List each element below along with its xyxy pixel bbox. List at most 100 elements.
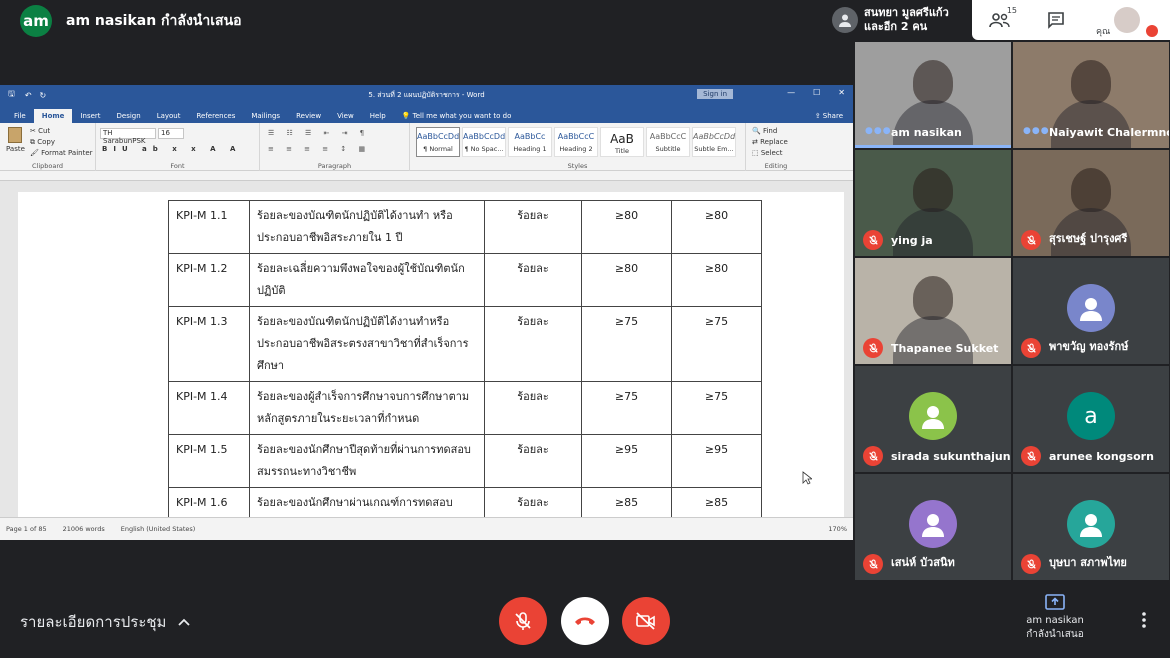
chat-icon: [1048, 12, 1064, 29]
style-no-spacing[interactable]: AaBbCcDd ¶ No Spac...: [462, 127, 506, 157]
participant-name: arunee kongsorn: [1049, 450, 1154, 463]
align-buttons[interactable]: ≡ ≡ ≡ ≡ ↕ ▦: [268, 145, 370, 153]
participant-name: am nasikan: [891, 126, 962, 139]
style-subtitle[interactable]: AaBbCcC Subtitle: [646, 127, 690, 157]
cut-button[interactable]: ✂ Cut: [30, 127, 50, 135]
top-right-panel: สนทยา มูลศรีแก้ว และอีก 2 คน 15 คุณ: [826, 0, 1170, 40]
cell-desc: ร้อยละของนักศึกษาปีสุดท้ายที่ผ่านการทดสอ…: [249, 434, 485, 488]
mic-toggle-button[interactable]: [499, 597, 547, 645]
cell-unit: ร้อยละ: [484, 253, 582, 307]
tab-view[interactable]: View: [329, 109, 362, 123]
ribbon-home: Paste ✂ Cut ⧉ Copy 🖌 Format Painter Clip…: [0, 123, 853, 171]
mic-off-icon: [863, 446, 883, 466]
style-normal[interactable]: AaBbCcDd ¶ Normal: [416, 127, 460, 157]
more-options-button[interactable]: [1136, 608, 1152, 632]
participant-tile[interactable]: ●●● Naiyawit Chalermnon: [1013, 42, 1169, 148]
window-controls: — ☐ ✕: [787, 88, 845, 97]
camera-off-icon: [636, 612, 655, 630]
leave-call-button[interactable]: [561, 597, 609, 645]
select-button[interactable]: ⬚ Select: [752, 149, 782, 157]
font-format-buttons[interactable]: BIU ab x x A A: [102, 145, 241, 153]
meeting-details-button[interactable]: รายละเอียดการประชุม: [20, 610, 191, 634]
zoom-level[interactable]: 170%: [828, 525, 847, 533]
tab-review[interactable]: Review: [288, 109, 329, 123]
participant-tile[interactable]: ●●● am nasikan: [855, 42, 1011, 148]
tab-file[interactable]: File: [6, 109, 34, 123]
paragraph-group: ☰ ☷ ☰ ⇤ ⇥ ¶ ≡ ≡ ≡ ≡ ↕ ▦ Paragraph: [260, 123, 410, 171]
pinned-participants[interactable]: สนทยา มูลศรีแก้ว และอีก 2 คน: [826, 0, 972, 40]
participant-tile[interactable]: Thapanee Sukket: [855, 258, 1011, 364]
style-preview: AaBbCcC: [649, 132, 687, 141]
style-heading1[interactable]: AaBbCc Heading 1: [508, 127, 552, 157]
person-icon: [922, 514, 944, 537]
minimize-icon[interactable]: —: [787, 88, 795, 97]
person-body: [1051, 100, 1131, 148]
person-icon: [832, 7, 858, 33]
close-icon[interactable]: ✕: [838, 88, 845, 97]
style-name: Title: [615, 147, 629, 155]
tab-mailings[interactable]: Mailings: [243, 109, 288, 123]
participant-avatar: [1067, 284, 1115, 332]
style-title[interactable]: AaB Title: [600, 127, 644, 157]
tab-layout[interactable]: Layout: [149, 109, 189, 123]
participant-tile[interactable]: a arunee kongsorn: [1013, 366, 1169, 472]
participant-tile[interactable]: ying ja: [855, 150, 1011, 256]
replace-button[interactable]: ⇄ Replace: [752, 138, 788, 146]
share-button[interactable]: ⇪ Share: [805, 109, 853, 123]
font-name-select[interactable]: TH SarabunPSK: [100, 128, 156, 145]
style-preview: AaBbCcDd: [417, 132, 460, 141]
person-body: [893, 100, 973, 148]
font-size-select[interactable]: 16: [158, 128, 184, 139]
self-view-tile[interactable]: คุณ: [1092, 0, 1162, 40]
self-avatar: [1114, 7, 1140, 33]
cell-v1: ≥95: [581, 434, 672, 488]
participant-name: Thapanee Sukket: [891, 342, 999, 355]
tell-me-label: Tell me what you want to do: [412, 112, 512, 120]
participant-tile[interactable]: สุรเชษฐ์ ปารุงศรี: [1013, 150, 1169, 256]
format-painter-button[interactable]: 🖌 Format Painter: [30, 149, 93, 157]
paragraph-buttons[interactable]: ☰ ☷ ☰ ⇤ ⇥ ¶: [268, 129, 369, 137]
style-heading2[interactable]: AaBbCcC Heading 2: [554, 127, 598, 157]
clipboard-group: Paste ✂ Cut ⧉ Copy 🖌 Format Painter Clip…: [0, 123, 96, 171]
cell-code: KPI-M 1.3: [168, 306, 250, 382]
participant-tile[interactable]: sirada sukunthajun: [855, 366, 1011, 472]
cell-code: KPI-M 1.2: [168, 253, 250, 307]
camera-toggle-button[interactable]: [622, 597, 670, 645]
participant-tile[interactable]: บุษบา สภาพไทย: [1013, 474, 1169, 580]
tab-insert[interactable]: Insert: [72, 109, 108, 123]
presentation-status[interactable]: am nasikan กำลังนำเสนอ: [1020, 594, 1090, 642]
presenter-label: am nasikan กำลังนำเสนอ: [66, 13, 242, 29]
cell-unit: ร้อยละ: [484, 381, 582, 435]
participant-tile[interactable]: พาขวัญ ทองรักษ์: [1013, 258, 1169, 364]
cell-v2: ≥80: [671, 200, 762, 254]
signin-button[interactable]: Sign in: [697, 89, 733, 99]
mouse-cursor-icon: [802, 471, 812, 485]
mic-off-icon: [515, 612, 531, 630]
copy-button[interactable]: ⧉ Copy: [30, 138, 55, 147]
paste-icon: [8, 127, 22, 143]
maximize-icon[interactable]: ☐: [813, 88, 820, 97]
style-subtle-emphasis[interactable]: AaBbCcDd Subtle Em...: [692, 127, 736, 157]
ribbon-tabs: File Home Insert Design Layout Reference…: [0, 105, 853, 123]
tab-home[interactable]: Home: [33, 109, 73, 123]
bottom-bar: รายละเอียดการประชุม am nasikan กำลังนำเส…: [0, 584, 1170, 658]
find-button[interactable]: 🔍 Find: [752, 127, 777, 135]
tab-help[interactable]: Help: [362, 109, 394, 123]
participant-tile[interactable]: เสน่ห์ บัวสนิท: [855, 474, 1011, 580]
cell-v2: ≥80: [671, 253, 762, 307]
participant-avatar: a: [1067, 392, 1115, 440]
cell-unit: ร้อยละ: [484, 200, 582, 254]
tell-me-search[interactable]: 💡 Tell me what you want to do: [394, 109, 520, 123]
chat-button[interactable]: [1036, 0, 1076, 40]
word-statusbar: Page 1 of 85 21006 words English (United…: [0, 517, 853, 540]
cell-desc: ร้อยละของนักศึกษาผ่านเกณฑ์การทดสอบความรู…: [249, 487, 485, 517]
people-button[interactable]: 15: [980, 0, 1020, 40]
pinned-line2: และอีก 2 คน: [864, 20, 928, 33]
cell-v2: ≥75: [671, 306, 762, 382]
paste-button[interactable]: Paste: [6, 127, 25, 153]
tab-design[interactable]: Design: [109, 109, 149, 123]
participant-avatar: [909, 500, 957, 548]
mic-off-icon: [1021, 338, 1041, 358]
participant-name: เสน่ห์ บัวสนิท: [891, 556, 955, 569]
tab-references[interactable]: References: [188, 109, 243, 123]
